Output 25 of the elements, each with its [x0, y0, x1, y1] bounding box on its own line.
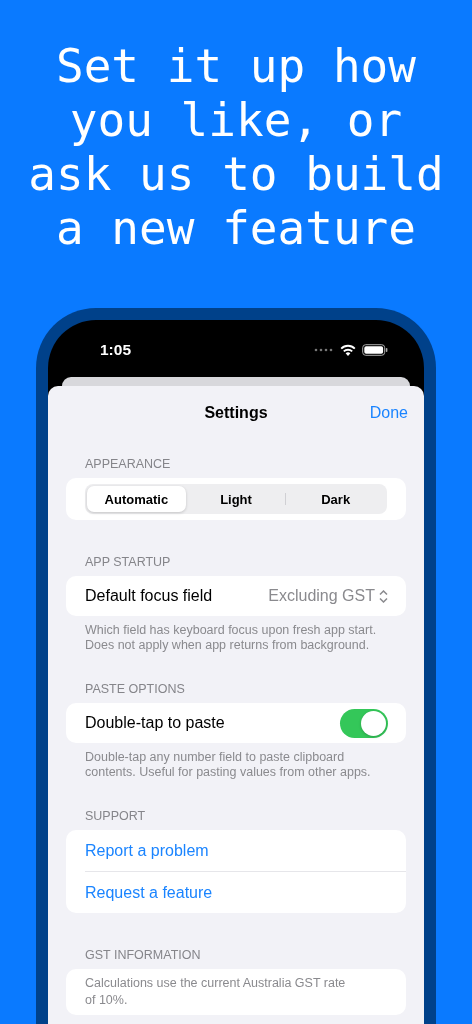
section-header: GST INFORMATION — [85, 947, 202, 963]
toggle-switch[interactable] — [340, 708, 388, 738]
segment-tab[interactable]: Light — [186, 486, 286, 512]
support-link[interactable]: Request a feature — [66, 872, 406, 913]
segment-tab[interactable]: Dark — [286, 486, 385, 512]
done-button[interactable]: Done — [367, 402, 410, 424]
wifi-icon — [340, 343, 356, 356]
headline: Set it up how you like, or ask us to build a new feature — [27, 39, 445, 255]
section-footer: Double-tap any number field to paste clipboard contents. Useful for pasting values from other apps. — [85, 750, 384, 780]
section-header: APP STARTUP — [85, 554, 172, 570]
sheet-title: Settings — [204, 404, 268, 422]
focus-field-picker[interactable]: Excluding GST — [268, 587, 388, 605]
row-label: Double-tap to paste — [85, 714, 226, 732]
section-header: PASTE OPTIONS — [85, 681, 186, 697]
row-label: Default focus field — [85, 587, 214, 605]
battery-icon — [362, 343, 388, 356]
section-footer: Which field has keyboard focus upon fresh app start. Does not apply when app returns from background. — [85, 623, 384, 653]
status-time: 1:05 — [100, 340, 133, 359]
section-header: APPEARANCE — [85, 456, 172, 472]
info-text: Calculations use the current Australia GST rate of 10%. — [85, 975, 347, 1009]
section-header: SUPPORT — [85, 808, 147, 824]
chevron-up-down-icon — [379, 589, 388, 603]
segment-tab[interactable]: Automatic — [87, 486, 186, 512]
signal-dots-icon — [314, 347, 334, 352]
support-link[interactable]: Report a problem — [66, 830, 406, 871]
